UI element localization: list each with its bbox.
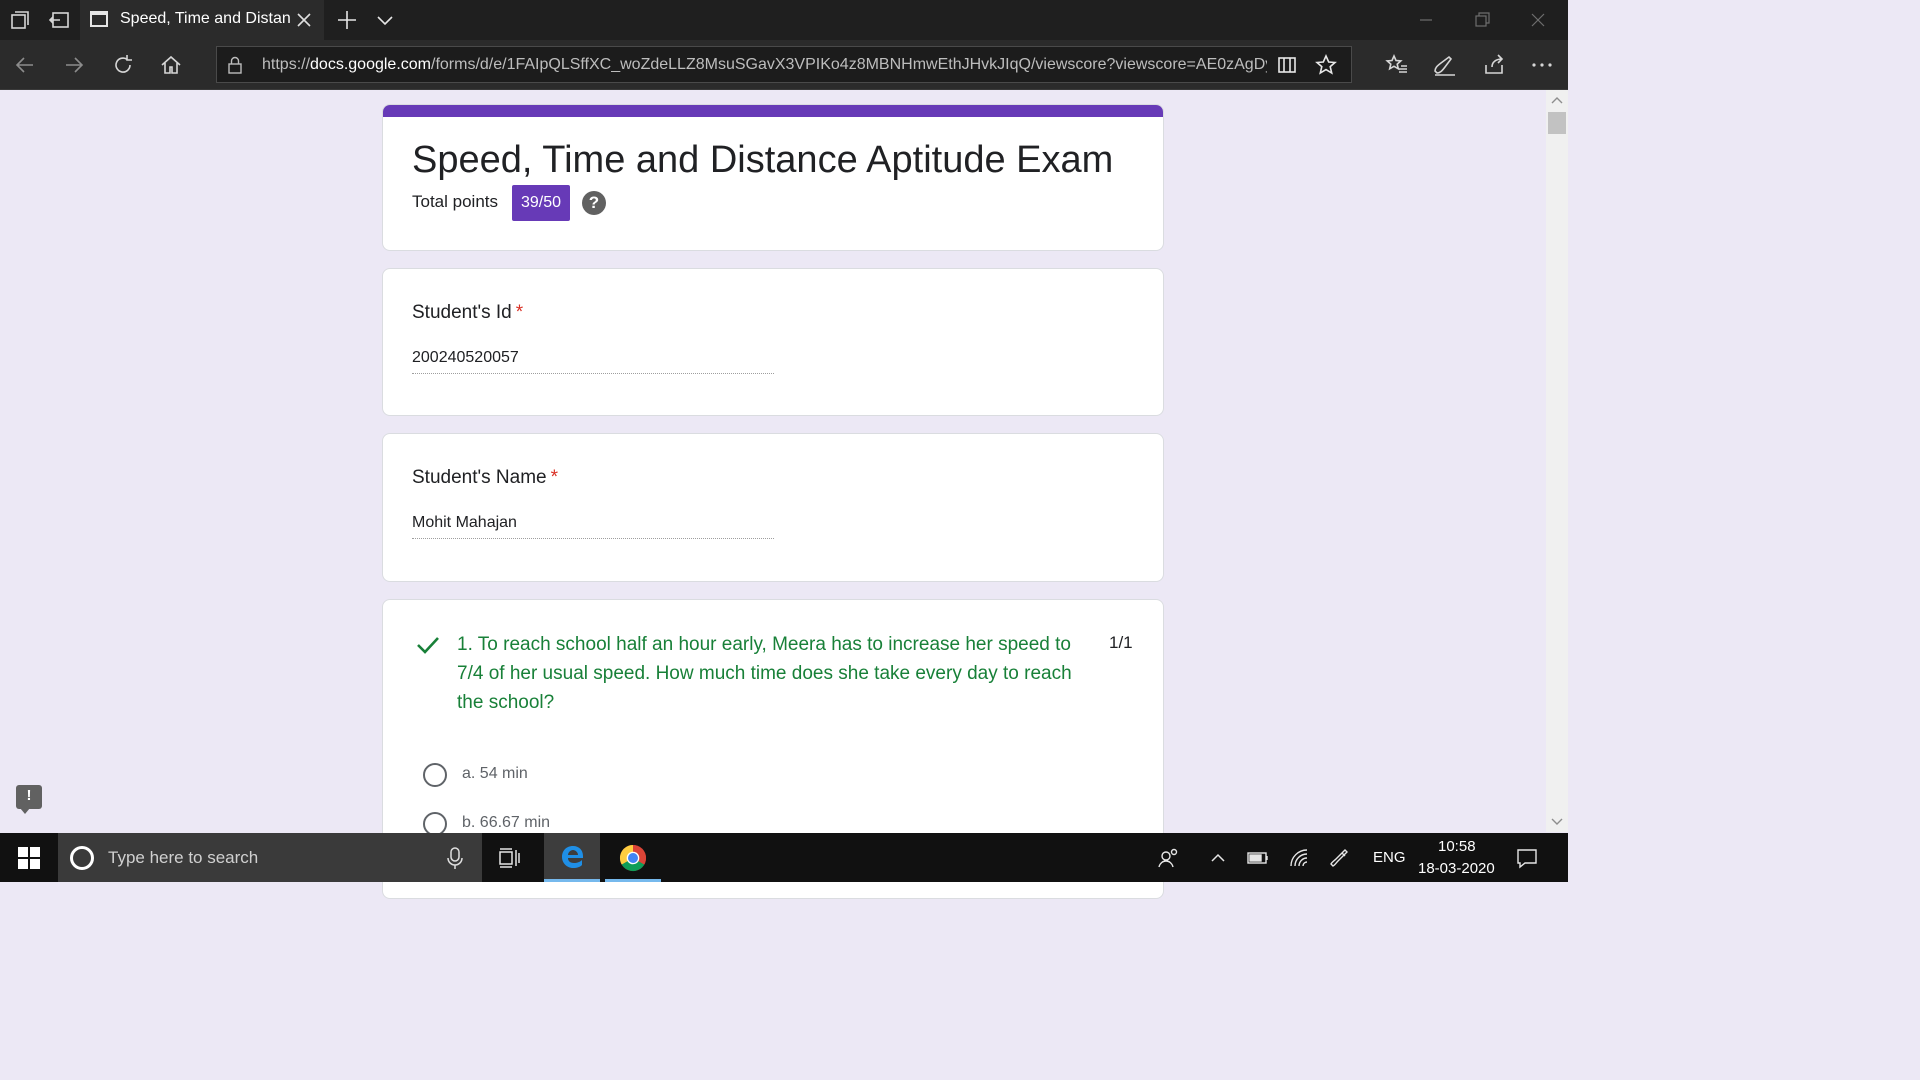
back-icon[interactable]: [13, 53, 37, 77]
notifications-icon[interactable]: [1516, 847, 1538, 869]
chrome-icon: [619, 844, 647, 872]
chevron-up-icon[interactable]: [1207, 847, 1229, 869]
url-path: /forms/d/e/1FAIpQLSffXC_woZdeLLZ8MsuSGav…: [431, 56, 1267, 73]
student-id-card: Student's Id * 200240520057: [382, 268, 1164, 416]
clock-date[interactable]: 18-03-2020: [1418, 860, 1495, 877]
search-placeholder: Type here to search: [108, 848, 259, 867]
student-id-answer: 200240520057: [412, 349, 774, 374]
taskbar-search-box[interactable]: Type here to search: [58, 833, 482, 882]
browser-title-bar: Speed, Time and Distan: [0, 0, 1568, 40]
scroll-up-icon[interactable]: [1550, 94, 1564, 108]
browser-toolbar: https://docs.google.com/forms/d/e/1FAIpQ…: [0, 40, 1568, 90]
address-bar[interactable]: https://docs.google.com/forms/d/e/1FAIpQ…: [216, 46, 1352, 83]
report-feedback-button[interactable]: !: [16, 785, 42, 814]
favorites-icon[interactable]: [1385, 53, 1409, 77]
url-domain: docs.google.com: [310, 56, 431, 73]
field-label-text: Student's Id: [412, 302, 512, 323]
wifi-icon[interactable]: [1288, 847, 1310, 869]
clock-time[interactable]: 10:58: [1438, 838, 1476, 855]
student-name-answer: Mohit Mahajan: [412, 514, 774, 539]
correct-check-icon: [417, 637, 439, 654]
taskbar-edge-app[interactable]: [544, 833, 600, 882]
task-view-icon[interactable]: [498, 847, 520, 869]
form-title: Speed, Time and Distance Aptitude Exam: [412, 139, 1114, 181]
student-name-card: Student's Name * Mohit Mahajan: [382, 433, 1164, 582]
battery-icon[interactable]: [1247, 847, 1269, 869]
taskbar-chrome-app[interactable]: [605, 833, 661, 882]
windows-start-icon[interactable]: [18, 847, 40, 869]
lock-icon: [228, 56, 242, 74]
question-1-points: 1/1: [1109, 633, 1133, 652]
help-icon[interactable]: ?: [582, 191, 606, 215]
tab-title: Speed, Time and Distan: [120, 10, 291, 27]
active-tab[interactable]: Speed, Time and Distan: [80, 0, 324, 40]
close-window-icon[interactable]: [1528, 10, 1548, 30]
minimize-icon[interactable]: [1416, 10, 1436, 30]
people-icon[interactable]: [1158, 847, 1180, 869]
scroll-down-icon[interactable]: [1550, 814, 1564, 828]
refresh-icon[interactable]: [111, 53, 135, 77]
microphone-icon[interactable]: [446, 846, 464, 870]
page-scrollbar[interactable]: [1546, 90, 1568, 832]
theme-strip: [383, 105, 1163, 117]
close-tab-icon[interactable]: [294, 10, 314, 30]
total-points-label: Total points: [412, 192, 498, 211]
student-id-label: Student's Id *: [412, 302, 523, 324]
favorite-star-icon[interactable]: [1315, 54, 1337, 76]
home-icon[interactable]: [159, 53, 183, 77]
share-icon[interactable]: [1482, 53, 1506, 77]
option-label: b. 66.67 min: [462, 814, 551, 831]
question-1-text: 1. To reach school half an hour early, M…: [457, 634, 1072, 713]
scroll-thumb[interactable]: [1548, 112, 1566, 134]
chevron-down-icon[interactable]: [375, 10, 395, 30]
cortana-icon: [70, 846, 94, 870]
radio-button: [423, 763, 447, 787]
student-name-label: Student's Name *: [412, 467, 558, 489]
language-indicator[interactable]: ENG: [1373, 849, 1406, 866]
more-options-icon[interactable]: [1530, 53, 1554, 77]
required-asterisk: *: [515, 302, 524, 323]
tab-actions-icon[interactable]: [8, 8, 32, 32]
page-icon: [90, 11, 108, 27]
url-text[interactable]: https://docs.google.com/forms/d/e/1FAIpQ…: [262, 56, 1267, 74]
windows-taskbar: Type here to search ENG 10:58 18-03-2020: [0, 833, 1568, 882]
edge-icon: [562, 846, 583, 868]
set-tabs-aside-icon[interactable]: [48, 8, 72, 32]
option-label: a. 54 min: [462, 765, 528, 782]
reading-view-icon[interactable]: [1276, 54, 1298, 76]
field-label-text: Student's Name: [412, 467, 547, 488]
url-scheme: https://: [262, 56, 311, 73]
form-header-card: Speed, Time and Distance Aptitude Exam: [382, 104, 1164, 251]
restore-icon[interactable]: [1472, 10, 1492, 30]
forward-icon[interactable]: [62, 53, 86, 77]
pen-icon[interactable]: [1433, 53, 1457, 77]
new-tab-icon[interactable]: [336, 9, 358, 31]
required-asterisk: *: [550, 467, 558, 488]
score-badge: 39/50: [512, 185, 570, 221]
pen-workspace-icon[interactable]: [1330, 847, 1352, 869]
